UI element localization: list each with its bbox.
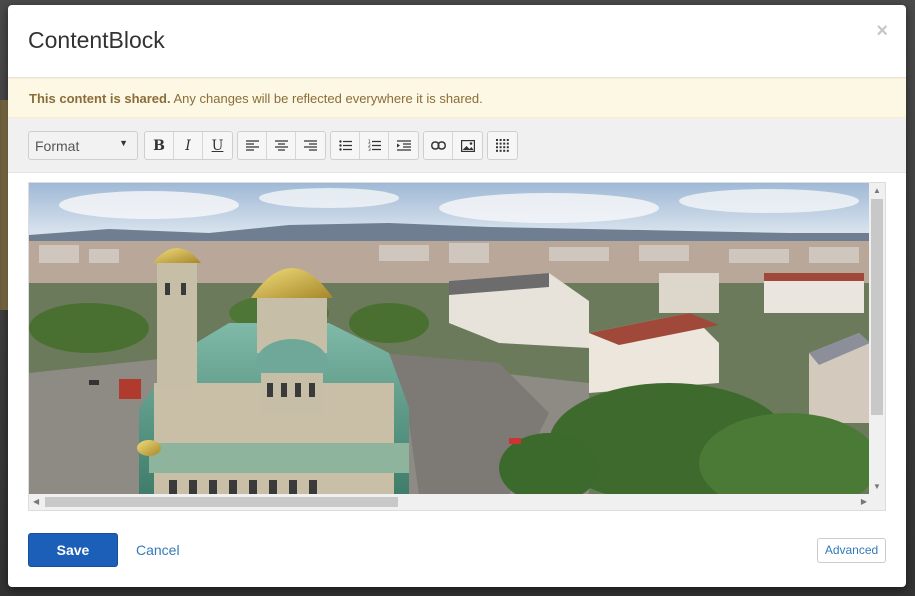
insert-group xyxy=(423,131,483,160)
save-button[interactable]: Save xyxy=(28,533,118,567)
align-left-button[interactable] xyxy=(238,132,267,159)
vertical-scroll-thumb[interactable] xyxy=(871,199,883,415)
vertical-scrollbar[interactable]: ▲ ▼ xyxy=(869,183,885,495)
underline-button[interactable]: U xyxy=(203,132,232,159)
modal-header: ContentBlock × xyxy=(8,5,906,78)
numbered-list-icon: 123 xyxy=(368,139,381,152)
shared-content-alert: This content is shared. Any changes will… xyxy=(8,78,906,118)
table-icon xyxy=(496,139,509,152)
link-button[interactable] xyxy=(424,132,453,159)
indent-button[interactable] xyxy=(389,132,418,159)
align-center-icon xyxy=(274,140,288,151)
modal-title: ContentBlock xyxy=(28,27,165,53)
format-select-label: Format xyxy=(35,138,80,154)
align-center-button[interactable] xyxy=(267,132,296,159)
horizontal-scrollbar[interactable]: ◀ ▶ xyxy=(29,494,885,510)
alert-message: Any changes will be reflected everywhere… xyxy=(170,91,483,106)
city-panorama-image xyxy=(29,183,870,495)
advanced-button[interactable]: Advanced xyxy=(817,538,886,563)
alignment-group xyxy=(237,131,326,160)
cancel-link[interactable]: Cancel xyxy=(136,542,180,558)
svg-text:3: 3 xyxy=(368,147,371,152)
close-button[interactable]: × xyxy=(876,21,888,41)
align-right-icon xyxy=(304,140,317,151)
image-icon xyxy=(460,139,475,152)
table-button[interactable] xyxy=(488,132,517,159)
bullet-list-button[interactable] xyxy=(331,132,360,159)
alert-strong-text: This content is shared. xyxy=(29,91,171,106)
bold-button[interactable]: B xyxy=(145,132,174,159)
italic-icon: I xyxy=(185,137,191,154)
table-group xyxy=(487,131,518,160)
align-right-button[interactable] xyxy=(296,132,325,159)
scroll-left-icon[interactable]: ◀ xyxy=(33,498,39,506)
text-style-group: B I U xyxy=(144,131,233,160)
bold-icon: B xyxy=(153,137,165,154)
link-icon xyxy=(430,141,446,150)
bullet-list-icon xyxy=(338,140,352,151)
content-editor[interactable]: ▲ ▼ ◀ ▶ xyxy=(28,182,886,511)
modal-footer: Save Cancel Advanced xyxy=(8,517,906,587)
horizontal-scroll-thumb[interactable] xyxy=(45,497,398,507)
backdrop-edge xyxy=(0,100,8,310)
indent-icon xyxy=(396,140,411,151)
caret-down-icon: ▼ xyxy=(119,138,128,148)
list-group: 123 xyxy=(330,131,419,160)
underline-icon: U xyxy=(211,137,224,154)
scroll-right-icon[interactable]: ▶ xyxy=(861,498,867,506)
content-block-modal: ContentBlock × This content is shared. A… xyxy=(8,5,906,587)
format-select[interactable]: Format ▼ xyxy=(28,131,138,160)
panoramic-city-photo xyxy=(29,183,870,495)
scroll-up-icon[interactable]: ▲ xyxy=(873,187,881,195)
numbered-list-button[interactable]: 123 xyxy=(360,132,389,159)
italic-button[interactable]: I xyxy=(174,132,203,159)
editor-toolbar: Format ▼ B I U 1 2 3 xyxy=(8,118,906,173)
scroll-down-icon[interactable]: ▼ xyxy=(873,483,881,491)
image-button[interactable] xyxy=(453,132,482,159)
align-left-icon xyxy=(245,140,259,151)
